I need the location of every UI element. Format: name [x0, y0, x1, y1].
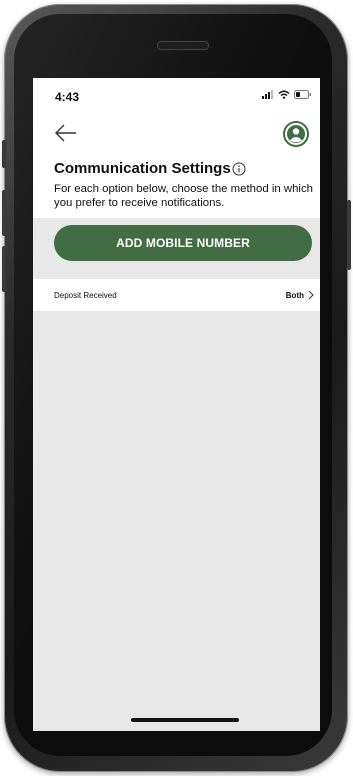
option-value: Both [285, 290, 304, 300]
power-button [347, 200, 351, 270]
arrow-left-icon[interactable] [53, 122, 79, 144]
home-indicator[interactable] [131, 718, 239, 722]
battery-icon [294, 90, 311, 99]
option-label: Deposit Received [54, 290, 117, 300]
volume-up-button [2, 190, 6, 236]
page-title: Communication Settings [54, 160, 231, 177]
user-circle-icon[interactable] [283, 121, 309, 147]
device-frame: 4:43 Communication Settings For each opt… [0, 0, 353, 776]
add-mobile-number-button[interactable]: ADD MOBILE NUMBER [54, 225, 312, 261]
option-row-deposit-received[interactable]: Deposit Received Both [33, 279, 320, 311]
wifi-icon [278, 90, 290, 99]
status-icons [262, 90, 312, 99]
speaker-grille [157, 41, 209, 50]
info-icon[interactable] [232, 162, 246, 176]
status-time: 4:43 [55, 90, 80, 104]
header-area: 4:43 Communication Settings For each opt… [33, 78, 320, 218]
mute-switch [2, 140, 6, 168]
app-screen: 4:43 Communication Settings For each opt… [33, 78, 320, 731]
signal-icon [262, 90, 273, 99]
chevron-right-icon [308, 290, 314, 300]
volume-down-button [2, 246, 6, 292]
page-description: For each option below, choose the method… [54, 183, 313, 209]
